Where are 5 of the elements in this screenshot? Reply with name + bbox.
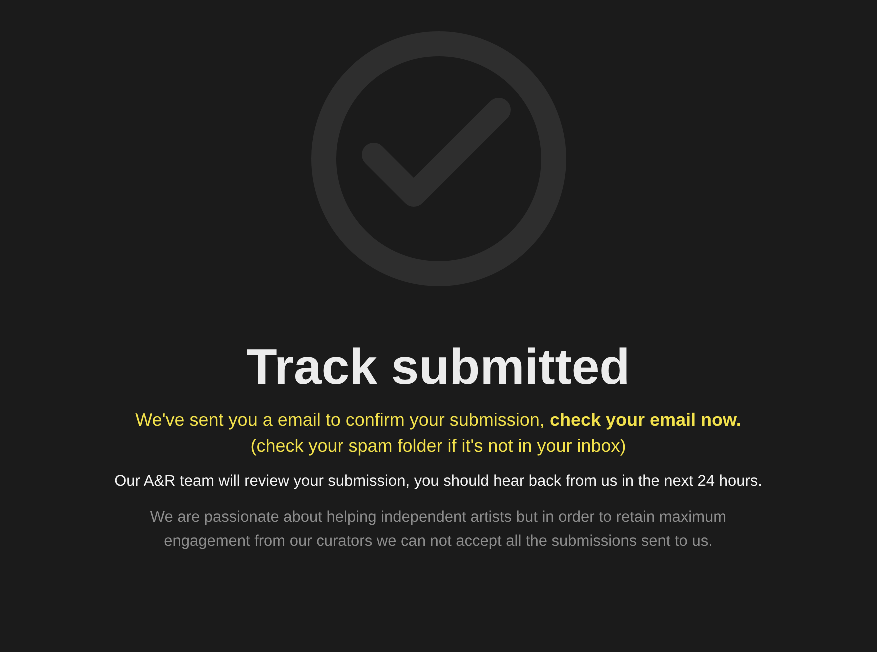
disclaimer-text: We are passionate about helping independent artists but in order to retain maximum engagement from our curators we can not accept all the submissions sent to us. <box>149 508 728 552</box>
spam-folder-note: (check your spam folder if it's not in your inbox) <box>250 435 626 458</box>
confirmation-message: We've sent you a email to confirm your submission, check your email now. <box>136 409 742 432</box>
review-note: Our A&R team will review your submission, you should hear back from us in the next 24 hours. <box>114 472 762 492</box>
page-title: Track submitted <box>246 339 630 395</box>
